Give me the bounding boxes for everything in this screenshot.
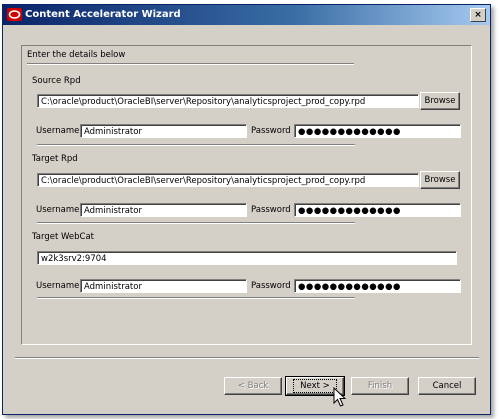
target-username-input[interactable]: Administrator bbox=[80, 203, 247, 217]
source-username-label: Username bbox=[36, 126, 80, 136]
source-browse-button[interactable]: Browse bbox=[420, 92, 460, 110]
source-password-input[interactable]: ●●●●●●●●●●●●● bbox=[294, 124, 461, 138]
webcat-username-label: Username bbox=[36, 281, 80, 291]
title-bar[interactable]: Content Accelerator Wizard × bbox=[3, 5, 490, 25]
finish-button[interactable]: Finish bbox=[351, 377, 409, 395]
separator bbox=[27, 63, 354, 65]
window-title: Content Accelerator Wizard bbox=[25, 9, 181, 20]
separator bbox=[37, 297, 355, 299]
webcat-password-label: Password bbox=[251, 281, 291, 291]
webcat-username-input[interactable]: Administrator bbox=[80, 279, 247, 293]
oracle-icon bbox=[7, 8, 22, 21]
next-button-label: Next > bbox=[293, 379, 337, 393]
close-button[interactable]: × bbox=[470, 8, 486, 22]
mouse-pointer-icon bbox=[333, 387, 347, 407]
target-password-label: Password bbox=[251, 205, 291, 215]
cancel-button[interactable]: Cancel bbox=[418, 377, 476, 395]
target-browse-button[interactable]: Browse bbox=[420, 171, 460, 189]
separator bbox=[37, 144, 355, 146]
source-rpd-heading: Source Rpd bbox=[32, 76, 81, 86]
target-password-input[interactable]: ●●●●●●●●●●●●● bbox=[294, 203, 461, 217]
webcat-password-input[interactable]: ●●●●●●●●●●●●● bbox=[294, 279, 461, 293]
instructions-text: Enter the details below bbox=[27, 50, 126, 60]
source-password-label: Password bbox=[251, 126, 291, 136]
source-rpd-path-input[interactable]: C:\oracle\product\OracleBI\server\Reposi… bbox=[37, 94, 419, 108]
webcat-server-input[interactable]: w2k3srv2:9704 bbox=[37, 251, 457, 265]
target-webcat-heading: Target WebCat bbox=[32, 232, 95, 242]
target-rpd-path-input[interactable]: C:\oracle\product\OracleBI\server\Reposi… bbox=[37, 173, 419, 187]
footer-separator bbox=[15, 357, 479, 359]
target-username-label: Username bbox=[36, 205, 80, 215]
wizard-window: Content Accelerator Wizard × Enter the d… bbox=[2, 4, 491, 415]
source-username-input[interactable]: Administrator bbox=[80, 124, 247, 138]
separator bbox=[37, 222, 355, 224]
back-button[interactable]: < Back bbox=[224, 377, 282, 395]
target-rpd-heading: Target Rpd bbox=[32, 154, 78, 164]
details-panel: Enter the details below Source Rpd C:\or… bbox=[21, 45, 472, 345]
